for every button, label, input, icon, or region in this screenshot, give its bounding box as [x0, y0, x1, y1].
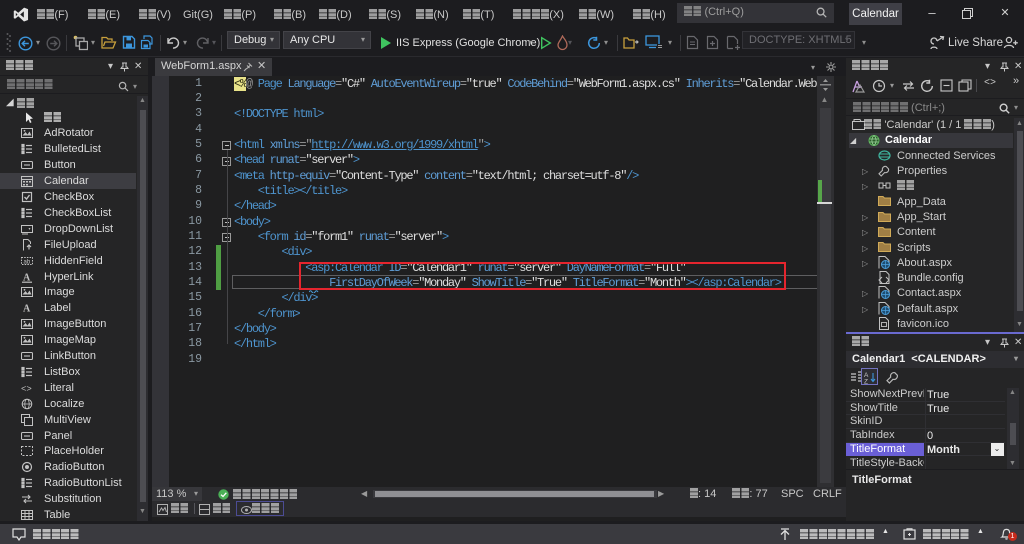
svg-text:ab: ab [24, 259, 31, 265]
svg-text:A: A [23, 272, 31, 283]
svg-text:A: A [23, 304, 31, 315]
svg-text:<>: <> [21, 384, 32, 394]
svg-text:Z: Z [864, 379, 868, 385]
